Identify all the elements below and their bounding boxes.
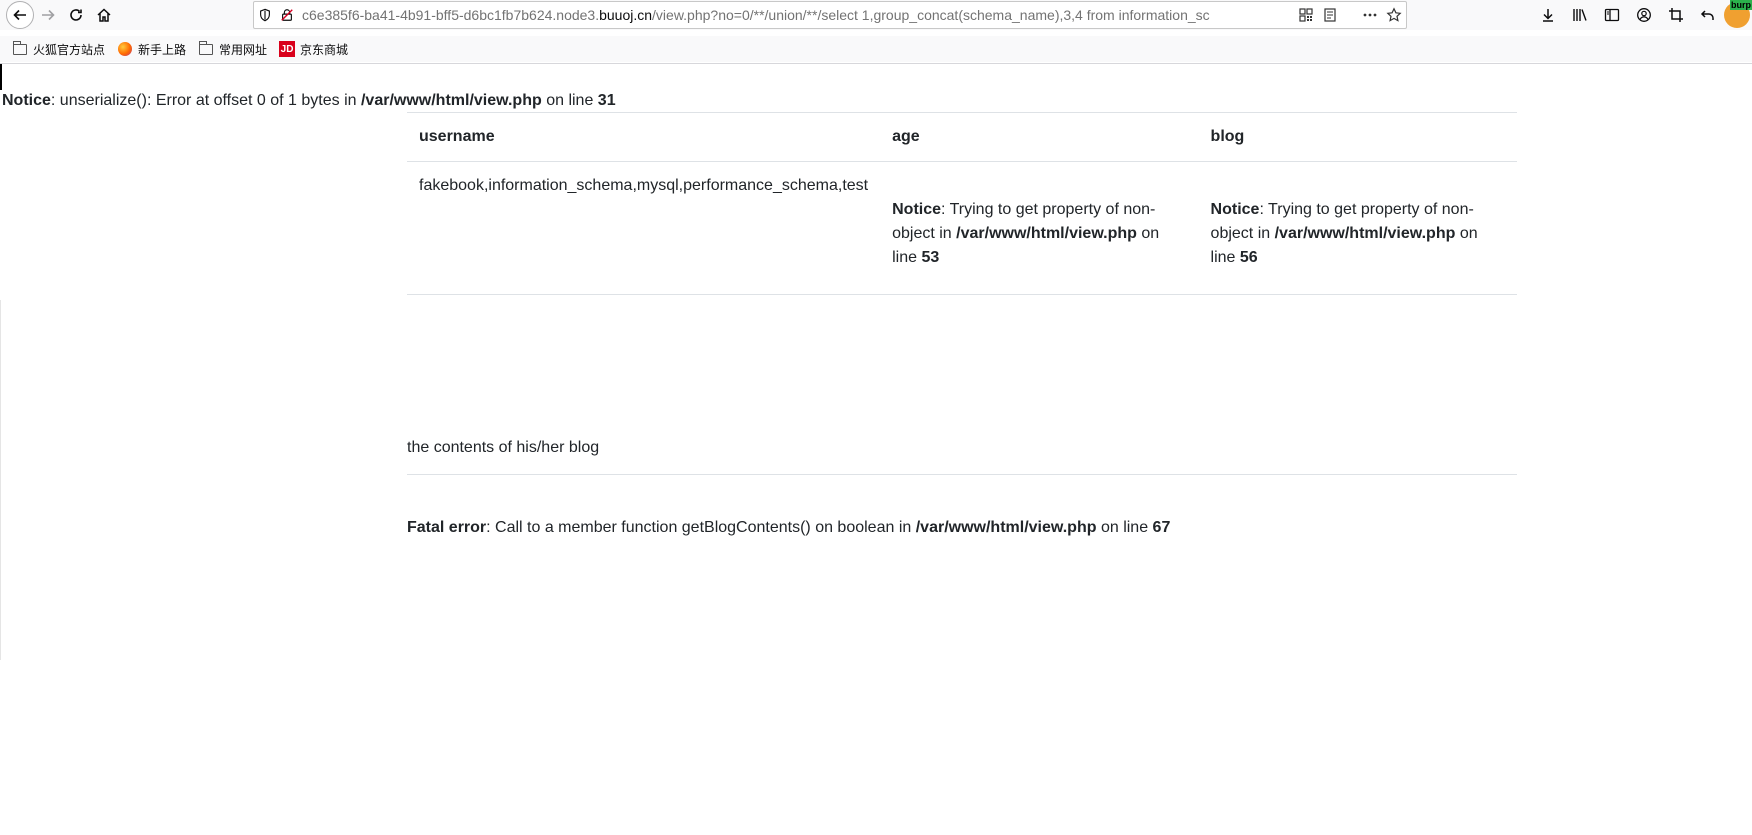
- arrow-right-icon: [42, 9, 55, 21]
- url-separator: [1342, 1, 1358, 29]
- firefox-icon: [117, 41, 133, 57]
- header-username: username: [407, 112, 881, 162]
- blog-contents-text: the contents of his/her blog: [407, 439, 600, 456]
- bookmark-label: 新手上路: [138, 42, 187, 57]
- screenshot-button[interactable]: [1660, 1, 1692, 29]
- fatal-text: on line: [1096, 519, 1153, 536]
- undo-arrow-icon: [1700, 10, 1714, 20]
- chrome-divider: [0, 63, 1752, 64]
- reload-button[interactable]: [62, 1, 90, 29]
- bookmark-folder-firefox-official[interactable]: 火狐官方站点: [12, 39, 105, 59]
- notice-file: /var/www/html/view.php: [360, 92, 542, 109]
- bookmark-getting-started[interactable]: 新手上路: [117, 39, 186, 59]
- qr-code-button[interactable]: [1294, 1, 1318, 29]
- insecure-lock-icon[interactable]: [276, 2, 298, 28]
- bookmarks-toolbar: 火狐官方站点 新手上路 常用网址 JD 京东商城: [0, 36, 1752, 62]
- url-text[interactable]: c6e385f6-ba41-4b91-bff5-d6bc1fb7b624.nod…: [298, 7, 1294, 23]
- fatal-file: /var/www/html/view.php: [915, 519, 1097, 536]
- undo-button[interactable]: [1692, 1, 1724, 29]
- notice-file: /var/www/html/view.php: [1274, 225, 1456, 242]
- sidebar-button[interactable]: [1596, 1, 1628, 29]
- account-icon: [1637, 8, 1651, 22]
- library-button[interactable]: [1564, 1, 1596, 29]
- folder-icon: [198, 40, 214, 57]
- star-icon: [1386, 7, 1402, 22]
- reload-icon: [70, 9, 82, 21]
- page-left-edge: [0, 300, 1, 660]
- user-table: username age blog fakebook,information_s…: [407, 112, 1517, 295]
- fatal-error: Fatal error: Call to a member function g…: [407, 516, 1170, 540]
- url-prefix: c6e385f6-ba41-4b91-bff5-d6bc1fb7b624.nod…: [302, 7, 600, 23]
- folder-icon: [12, 40, 28, 57]
- arrow-left-icon: [13, 9, 26, 21]
- address-bar[interactable]: c6e385f6-ba41-4b91-bff5-d6bc1fb7b624.nod…: [253, 1, 1407, 29]
- jd-icon: JD: [279, 41, 296, 57]
- home-button[interactable]: [90, 1, 118, 29]
- bookmark-label: 常用网址: [219, 42, 268, 57]
- notice-line: 56: [1239, 249, 1258, 266]
- cell-blog: Notice: Trying to get property of non-ob…: [1198, 161, 1517, 295]
- notice-unserialize: Notice: unserialize(): Error at offset 0…: [2, 89, 616, 113]
- url-path: /view.php?no=0/**/union/**/select 1,grou…: [652, 7, 1210, 23]
- tracking-protection-icon[interactable]: [254, 2, 276, 28]
- table-row: fakebook,information_schema,mysql,perfor…: [407, 161, 1517, 295]
- burp-extension-button[interactable]: burp: [1724, 0, 1752, 28]
- notice-label: Notice: [2, 92, 51, 109]
- notice-label: Notice: [1210, 201, 1260, 218]
- more-dots-icon: [1363, 13, 1377, 17]
- crop-icon: [1669, 8, 1683, 22]
- page-actions-button[interactable]: [1358, 1, 1382, 29]
- notice-line: 53: [921, 249, 940, 266]
- sidebar-icon: [1604, 8, 1620, 22]
- header-blog: blog: [1198, 112, 1517, 162]
- bookmark-label: 京东商城: [300, 42, 349, 57]
- library-icon: [1573, 9, 1587, 21]
- notice-label: Notice: [892, 201, 942, 218]
- qr-code-icon: [1299, 8, 1313, 22]
- toolbar-right: burp: [1532, 0, 1752, 29]
- header-age: age: [880, 112, 1199, 162]
- reader-view-icon: [1324, 8, 1336, 22]
- bookmark-folder-common-sites[interactable]: 常用网址: [198, 39, 267, 59]
- back-button[interactable]: [6, 1, 34, 29]
- fatal-text: : Call to a member function getBlogConte…: [486, 519, 916, 536]
- burp-badge-label: burp: [1730, 0, 1752, 10]
- notice-text: on line: [541, 92, 598, 109]
- notice-line: 31: [597, 92, 616, 109]
- reader-view-button[interactable]: [1318, 1, 1342, 29]
- bookmark-star-button[interactable]: [1382, 1, 1406, 29]
- bookmark-jd[interactable]: JD 京东商城: [279, 39, 348, 59]
- horizontal-rule: [407, 474, 1517, 475]
- cell-age: Notice: Trying to get property of non-ob…: [880, 161, 1199, 295]
- home-icon: [97, 8, 111, 22]
- notice-file: /var/www/html/view.php: [956, 225, 1137, 242]
- download-icon: [1543, 9, 1553, 22]
- page-left-marker: [0, 64, 2, 90]
- forward-button[interactable]: [34, 1, 62, 29]
- downloads-button[interactable]: [1532, 1, 1564, 29]
- url-actions: [1294, 1, 1406, 29]
- fatal-line: 67: [1152, 519, 1171, 536]
- table-header-row: username age blog: [407, 112, 1517, 162]
- notice-text: : unserialize(): Error at offset 0 of 1 …: [50, 92, 361, 109]
- account-button[interactable]: [1628, 1, 1660, 29]
- url-host: buuoj.cn: [599, 7, 653, 23]
- bookmark-label: 火狐官方站点: [33, 42, 106, 57]
- fatal-label: Fatal error: [407, 519, 487, 536]
- cell-username: fakebook,information_schema,mysql,perfor…: [407, 161, 881, 295]
